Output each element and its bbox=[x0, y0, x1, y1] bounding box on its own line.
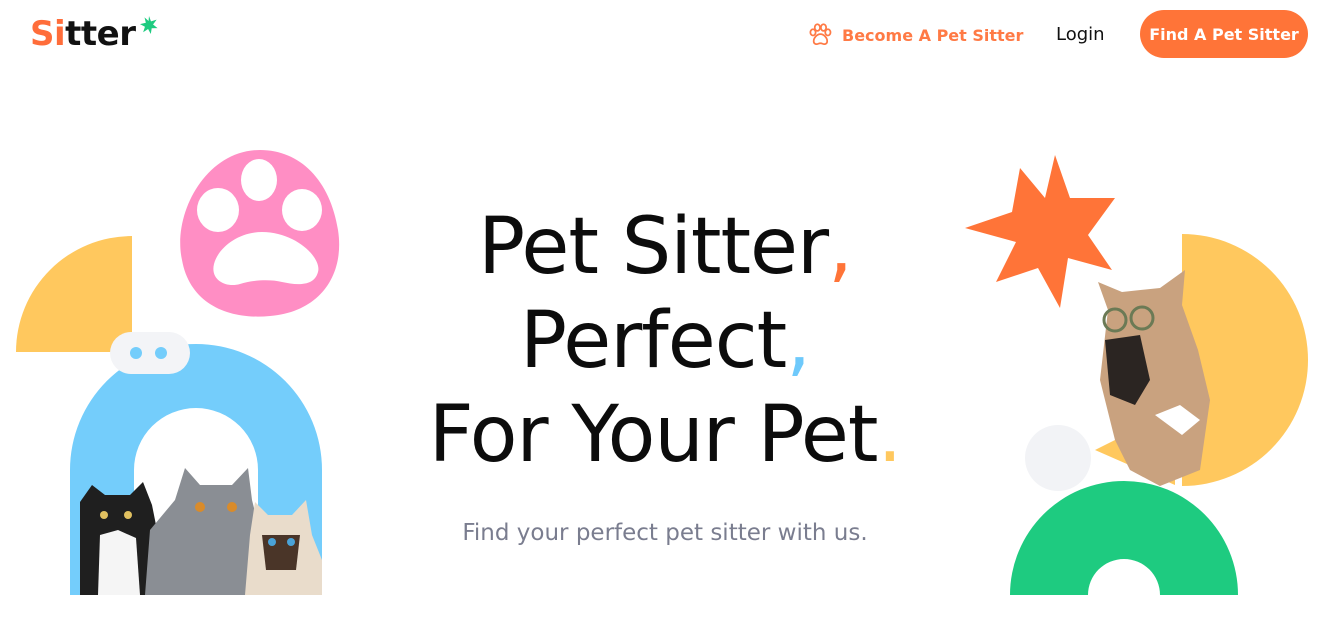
become-sitter-link[interactable]: Become A Pet Sitter bbox=[806, 20, 1023, 50]
orange-star-icon bbox=[965, 155, 1115, 308]
yellow-shape bbox=[16, 236, 132, 352]
hero-line-1: Pet Sitter, bbox=[478, 202, 853, 292]
right-illustration bbox=[965, 155, 1308, 595]
pink-paw-icon bbox=[180, 150, 340, 317]
green-arch bbox=[1010, 481, 1238, 595]
left-illustration bbox=[16, 150, 340, 595]
chat-bubble bbox=[110, 332, 190, 374]
become-sitter-label: Become A Pet Sitter bbox=[842, 25, 1024, 45]
hero-subtitle: Find your perfect pet sitter with us. bbox=[462, 520, 868, 546]
logo-text-accent: Si bbox=[30, 14, 66, 54]
hero-heading: Pet Sitter, Perfect, For Your Pet. bbox=[380, 200, 950, 482]
hero-line-3: For Your Pet. bbox=[428, 390, 903, 480]
grey-circle bbox=[1025, 425, 1091, 491]
logo-star-icon bbox=[140, 16, 158, 34]
paw-icon bbox=[809, 23, 832, 46]
logo[interactable]: Sitter bbox=[30, 12, 136, 56]
logo-text: tter bbox=[65, 14, 136, 54]
login-link[interactable]: Login bbox=[1056, 22, 1105, 48]
find-sitter-button[interactable]: Find A Pet Sitter bbox=[1140, 10, 1308, 58]
hero-line-2: Perfect, bbox=[519, 296, 811, 386]
